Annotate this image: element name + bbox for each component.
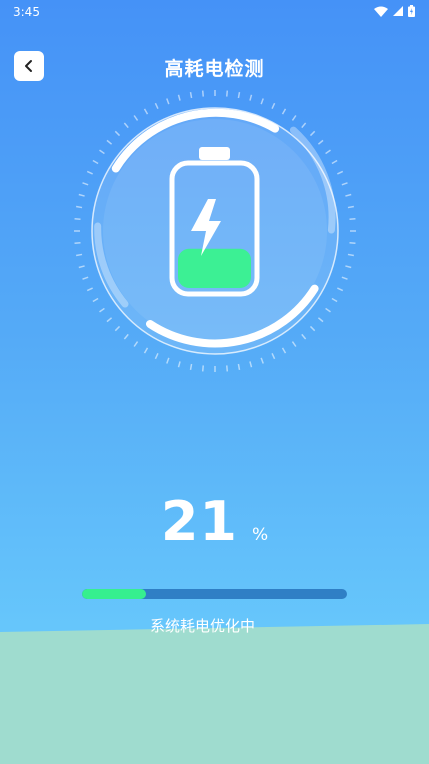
gauge-tick	[309, 325, 316, 332]
gauge-tick	[309, 130, 316, 137]
gauge-tick	[114, 325, 121, 332]
status-bar: 3:45	[0, 0, 429, 24]
gauge-tick	[331, 297, 338, 303]
percent-unit: %	[252, 525, 269, 545]
gauge-tick	[99, 149, 105, 155]
gauge-tick	[317, 139, 324, 145]
gauge-tick	[99, 307, 105, 313]
gauge-tick	[331, 159, 338, 165]
status-time: 3:45	[13, 5, 40, 19]
gauge-tick	[133, 341, 139, 347]
gauge-tick	[347, 205, 354, 209]
cell-signal-icon	[393, 6, 403, 16]
gauge-tick	[74, 217, 81, 220]
gauge-tick	[78, 193, 85, 197]
gauge-tick	[237, 363, 241, 370]
gauge-tick	[166, 98, 170, 105]
gauge-tick	[123, 122, 129, 129]
gauge-tick	[281, 108, 287, 115]
gauge-tick	[325, 307, 331, 313]
gauge-tick	[301, 122, 307, 129]
gauge-tick	[74, 242, 81, 245]
bottom-background	[0, 624, 429, 764]
gauge-tick	[106, 139, 113, 145]
gauge-tick	[123, 333, 129, 340]
gauge-tick	[86, 287, 93, 292]
gauge-tick	[86, 170, 93, 175]
gauge-tick	[260, 357, 264, 364]
gauge-tick	[249, 361, 253, 368]
gauge-tick	[345, 265, 352, 269]
gauge-tick	[154, 353, 159, 360]
gauge-tick	[349, 217, 356, 220]
gauge-tick	[337, 287, 344, 292]
gauge-tick	[177, 361, 181, 368]
gauge-tick	[291, 115, 297, 121]
gauge-tick	[154, 102, 159, 109]
battery-cap	[199, 147, 230, 160]
gauge-tick	[237, 92, 241, 99]
percent-value: 21	[160, 490, 238, 553]
gauge-tick	[341, 182, 348, 186]
screen: 3:45 高耗电检测 21 % 系统耗电优化中	[0, 0, 429, 764]
battery-status-icon	[408, 5, 415, 17]
optimization-progress-bar	[82, 589, 347, 599]
gauge-tick	[92, 159, 99, 165]
wifi-icon	[374, 6, 388, 17]
battery-charge-fill	[178, 248, 251, 288]
progress-fill	[82, 589, 146, 599]
battery-gauge	[74, 90, 356, 372]
gauge-tick	[82, 276, 89, 280]
battery-percent: 21%	[0, 490, 429, 553]
gauge-tick	[337, 170, 344, 175]
status-icons	[374, 5, 415, 17]
gauge-tick	[78, 265, 85, 269]
gauge-tick	[106, 317, 113, 323]
gauge-tick	[143, 108, 149, 115]
gauge-tick	[347, 253, 354, 257]
gauge-tick	[260, 98, 264, 105]
gauge-tick	[166, 357, 170, 364]
gauge-tick	[271, 353, 276, 360]
gauge-tick	[325, 149, 331, 155]
gauge-tick	[189, 363, 193, 370]
gauge-tick	[271, 102, 276, 109]
status-message: 系统耗电优化中	[150, 617, 256, 635]
gauge-tick	[143, 347, 149, 354]
gauge-tick	[226, 90, 229, 97]
gauge-tick	[291, 341, 297, 347]
page-title: 高耗电检测	[164, 58, 265, 80]
gauge-tick	[341, 276, 348, 280]
gauge-tick	[317, 317, 324, 323]
gauge-tick	[92, 297, 99, 303]
gauge-tick	[76, 253, 83, 257]
gauge-tick	[249, 94, 253, 101]
gauge-tick	[345, 193, 352, 197]
gauge-tick	[189, 92, 193, 99]
gauge-tick	[201, 90, 204, 97]
gauge-tick	[301, 333, 307, 340]
gauge-tick	[82, 182, 89, 186]
gauge-tick	[226, 365, 229, 372]
gauge-tick	[114, 130, 121, 137]
gauge-tick	[76, 205, 83, 209]
gauge-tick	[349, 242, 356, 245]
gauge-tick	[281, 347, 287, 354]
gauge-tick	[201, 365, 204, 372]
gauge-tick	[133, 115, 139, 121]
gauge-tick	[177, 94, 181, 101]
